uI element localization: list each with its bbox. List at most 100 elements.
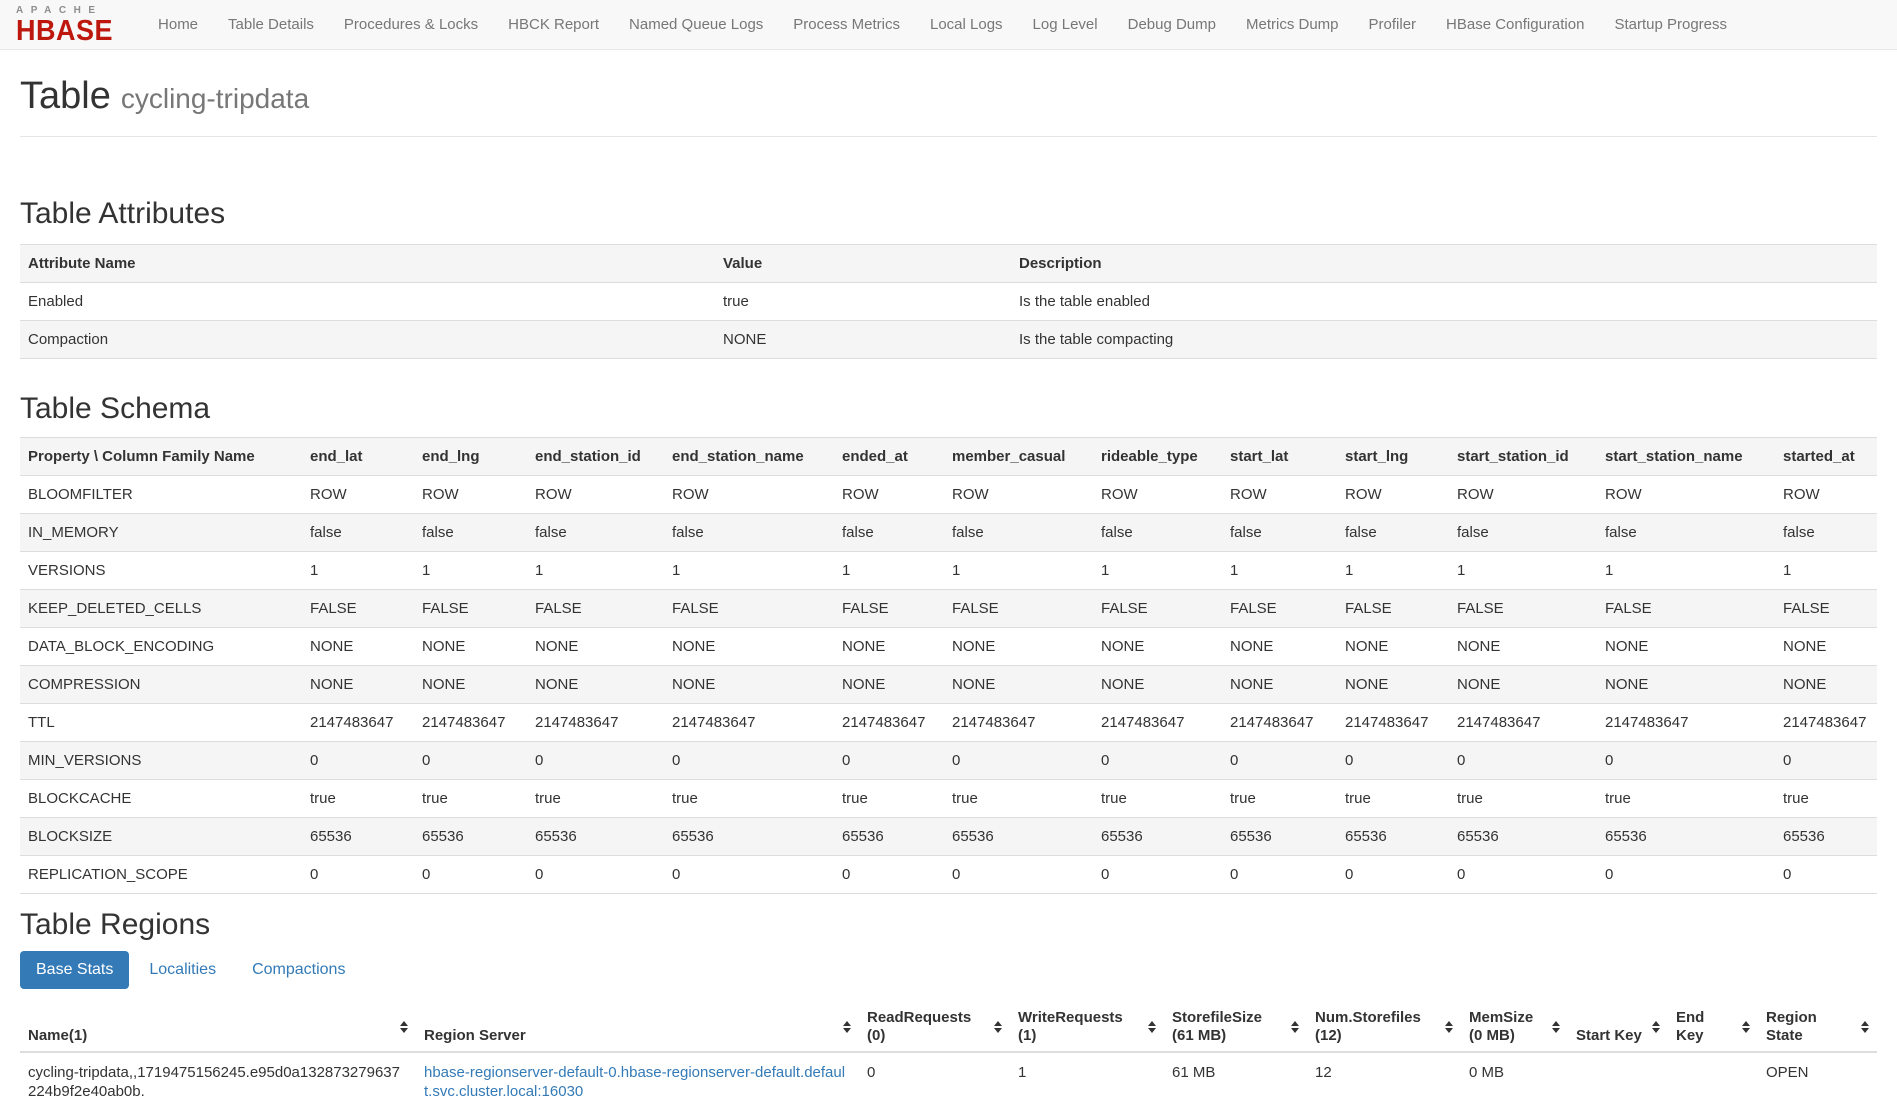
- schema-property-value: FALSE: [1597, 589, 1775, 627]
- schema-row-compression: COMPRESSIONNONENONENONENONENONENONENONEN…: [20, 665, 1877, 703]
- tab-base-stats[interactable]: Base Stats: [20, 951, 129, 989]
- regions-column-label: ReadRequests (0): [867, 1009, 971, 1044]
- nav-item-named-queue-logs[interactable]: Named Queue Logs: [614, 1, 778, 48]
- tab-localities[interactable]: Localities: [133, 951, 232, 989]
- write-requests-cell: 1: [1010, 1052, 1164, 1110]
- schema-property-value: 0: [302, 855, 414, 893]
- regions-column-end-key[interactable]: End Key: [1668, 1003, 1758, 1052]
- nav-item-hbck-report[interactable]: HBCK Report: [493, 1, 614, 48]
- schema-property-value: 0: [664, 741, 834, 779]
- schema-property-value: true: [1093, 779, 1222, 817]
- sort-icon[interactable]: [1148, 1021, 1156, 1033]
- sort-icon[interactable]: [1742, 1021, 1750, 1033]
- nav-item-local-logs[interactable]: Local Logs: [915, 1, 1018, 48]
- nav-item-hbase-configuration[interactable]: HBase Configuration: [1431, 1, 1599, 48]
- regions-column-label: Region State: [1766, 1009, 1817, 1044]
- nav-item-metrics-dump[interactable]: Metrics Dump: [1231, 1, 1354, 48]
- schema-heading: Table Schema: [20, 392, 1877, 425]
- sort-icon[interactable]: [1861, 1021, 1869, 1033]
- region-name-cell: cycling-tripdata,,1719475156245.e95d0a13…: [20, 1052, 416, 1110]
- schema-property-value: NONE: [1775, 665, 1877, 703]
- nav-item-startup-progress[interactable]: Startup Progress: [1599, 1, 1742, 48]
- sort-icon[interactable]: [1552, 1021, 1560, 1033]
- attribute-description-cell: Is the table compacting: [1011, 320, 1877, 358]
- sort-up-arrow: [1552, 1021, 1560, 1026]
- sort-down-arrow: [1861, 1028, 1869, 1033]
- sort-icon[interactable]: [1652, 1021, 1660, 1033]
- region-server-link[interactable]: hbase-regionserver-default-0.hbase-regio…: [424, 1064, 845, 1100]
- sort-icon[interactable]: [400, 1021, 408, 1033]
- schema-row-replication-scope: REPLICATION_SCOPE000000000000: [20, 855, 1877, 893]
- schema-property-value: false: [1337, 513, 1449, 551]
- nav-item-process-metrics[interactable]: Process Metrics: [778, 1, 915, 48]
- schema-corner-header: Property \ Column Family Name: [20, 437, 302, 475]
- regions-column-num-storefiles-12[interactable]: Num.Storefiles (12): [1307, 1003, 1461, 1052]
- schema-property-value: 1: [944, 551, 1093, 589]
- region-state-cell: OPEN: [1758, 1052, 1877, 1110]
- schema-property-value: NONE: [527, 627, 664, 665]
- schema-row-versions: VERSIONS111111111111: [20, 551, 1877, 589]
- schema-property-name: KEEP_DELETED_CELLS: [20, 589, 302, 627]
- schema-property-value: true: [1597, 779, 1775, 817]
- schema-property-value: false: [1449, 513, 1597, 551]
- nav-item-debug-dump[interactable]: Debug Dump: [1113, 1, 1231, 48]
- regions-column-storefilesize-61-mb[interactable]: StorefileSize (61 MB): [1164, 1003, 1307, 1052]
- sort-icon[interactable]: [843, 1021, 851, 1033]
- regions-column-region-state[interactable]: Region State: [1758, 1003, 1877, 1052]
- schema-property-value: 2147483647: [1222, 703, 1337, 741]
- schema-property-value: 65536: [664, 817, 834, 855]
- schema-property-value: 0: [1597, 855, 1775, 893]
- regions-column-region-server[interactable]: Region Server: [416, 1003, 859, 1052]
- regions-column-memsize-0-mb[interactable]: MemSize (0 MB): [1461, 1003, 1568, 1052]
- sort-up-arrow: [1742, 1021, 1750, 1026]
- nav-item-log-level[interactable]: Log Level: [1018, 1, 1113, 48]
- schema-property-value: 1: [1337, 551, 1449, 589]
- schema-property-value: false: [1775, 513, 1877, 551]
- schema-property-value: FALSE: [527, 589, 664, 627]
- attribute-value-cell: NONE: [715, 320, 1011, 358]
- schema-property-value: 0: [1449, 741, 1597, 779]
- sort-down-arrow: [1291, 1028, 1299, 1033]
- schema-row-keep-deleted-cells: KEEP_DELETED_CELLSFALSEFALSEFALSEFALSEFA…: [20, 589, 1877, 627]
- sort-icon[interactable]: [1445, 1021, 1453, 1033]
- nav-item-table-details[interactable]: Table Details: [213, 1, 329, 48]
- schema-property-value: NONE: [527, 665, 664, 703]
- main-content: Tablecycling-tripdata Table Attributes A…: [0, 76, 1897, 1110]
- regions-column-name-1[interactable]: Name(1): [20, 1003, 416, 1052]
- sort-down-arrow: [1148, 1028, 1156, 1033]
- schema-property-value: 0: [944, 741, 1093, 779]
- schema-property-value: NONE: [1093, 665, 1222, 703]
- attributes-header-row: Attribute NameValueDescription: [20, 244, 1877, 282]
- schema-property-value: ROW: [834, 475, 944, 513]
- sort-up-arrow: [994, 1021, 1002, 1026]
- tab-compactions[interactable]: Compactions: [236, 951, 361, 989]
- schema-property-value: false: [414, 513, 527, 551]
- schema-property-value: 1: [664, 551, 834, 589]
- schema-property-value: FALSE: [1093, 589, 1222, 627]
- nav-item-profiler[interactable]: Profiler: [1354, 1, 1432, 48]
- sort-icon[interactable]: [994, 1021, 1002, 1033]
- schema-property-name: COMPRESSION: [20, 665, 302, 703]
- table-regions-section: Table Regions Base Stats Localities Comp…: [20, 908, 1877, 1110]
- sort-icon[interactable]: [1291, 1021, 1299, 1033]
- nav-item-home[interactable]: Home: [143, 1, 213, 48]
- schema-family-member-casual: member_casual: [944, 437, 1093, 475]
- hbase-logo[interactable]: APACHE HBASE: [16, 6, 113, 44]
- nav-item-procedures-locks[interactable]: Procedures & Locks: [329, 1, 493, 48]
- page-title: Tablecycling-tripdata: [20, 76, 1877, 118]
- regions-column-start-key[interactable]: Start Key: [1568, 1003, 1668, 1052]
- schema-family-start-station-name: start_station_name: [1597, 437, 1775, 475]
- schema-property-name: DATA_BLOCK_ENCODING: [20, 627, 302, 665]
- regions-table-body: cycling-tripdata,,1719475156245.e95d0a13…: [20, 1052, 1877, 1110]
- regions-column-writerequests-1[interactable]: WriteRequests (1): [1010, 1003, 1164, 1052]
- schema-family-started-at: started_at: [1775, 437, 1877, 475]
- schema-property-value: NONE: [834, 627, 944, 665]
- table-name: cycling-tripdata: [121, 83, 309, 114]
- schema-property-value: ROW: [944, 475, 1093, 513]
- schema-property-value: NONE: [1597, 665, 1775, 703]
- schema-property-value: 65536: [302, 817, 414, 855]
- schema-property-value: 0: [1337, 741, 1449, 779]
- regions-column-label: Region Server: [424, 1027, 526, 1044]
- regions-column-readrequests-0[interactable]: ReadRequests (0): [859, 1003, 1010, 1052]
- schema-property-value: 1: [527, 551, 664, 589]
